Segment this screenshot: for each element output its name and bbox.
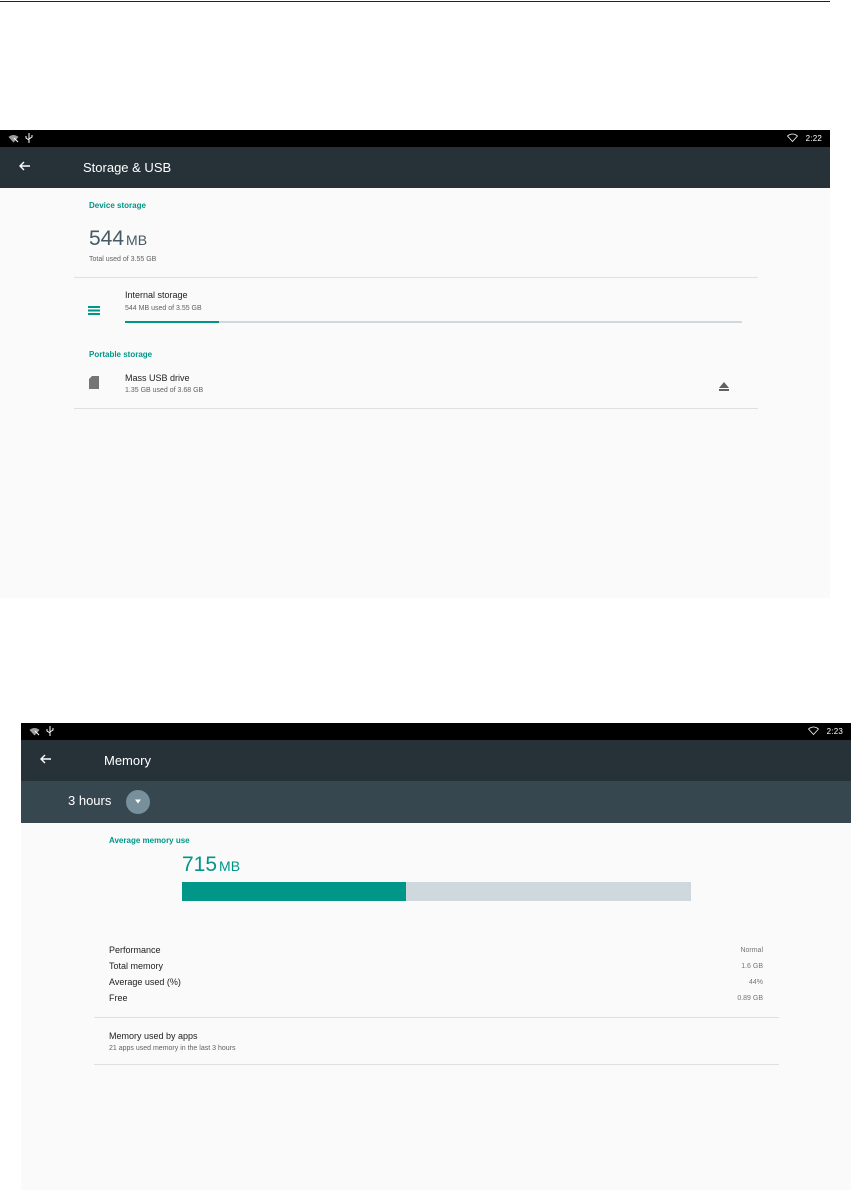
divider bbox=[94, 1064, 779, 1065]
usb-icon bbox=[25, 133, 33, 145]
wifi-icon bbox=[807, 726, 819, 737]
internal-storage-detail: 544 MB used of 3.55 GB bbox=[125, 305, 202, 312]
eject-icon[interactable] bbox=[719, 378, 729, 396]
apps-memory-detail: 21 apps used memory in the last 3 hours bbox=[109, 1045, 236, 1052]
used-value: 544 bbox=[89, 227, 125, 250]
stat-value: 44% bbox=[748, 979, 763, 986]
stat-label: Total memory bbox=[109, 961, 164, 971]
divider bbox=[74, 408, 758, 409]
stat-value: 1.6 GB bbox=[741, 963, 763, 970]
period-dropdown-button[interactable] bbox=[126, 790, 150, 814]
device-storage-header: Device storage bbox=[89, 201, 146, 210]
memory-stats: Performance Normal Total memory 1.6 GB A… bbox=[109, 945, 763, 1009]
storage-screen: 2:22 Storage & USB Device storage 544 MB … bbox=[0, 130, 830, 598]
status-time: 2:22 bbox=[805, 134, 822, 143]
internal-storage-label: Internal storage bbox=[125, 290, 188, 300]
apps-memory-label: Memory used by apps bbox=[109, 1031, 198, 1041]
wifi-off-icon bbox=[8, 134, 19, 145]
usb-drive-detail: 1.35 GB used of 3.68 GB bbox=[125, 387, 204, 394]
app-bar: Memory bbox=[21, 740, 851, 781]
used-summary: Total used of 3.55 GB bbox=[89, 256, 157, 263]
internal-storage-progress-fill bbox=[125, 321, 220, 323]
period-label: 3 hours bbox=[68, 793, 112, 808]
used-unit: MB bbox=[126, 232, 148, 248]
stat-label: Average used (%) bbox=[109, 977, 181, 987]
stat-row: Free 0.89 GB bbox=[109, 993, 763, 1007]
wifi-icon bbox=[786, 133, 798, 144]
period-bar: 3 hours bbox=[21, 781, 851, 823]
internal-storage-item[interactable]: Internal storage 544 MB used of 3.55 GB bbox=[74, 280, 758, 330]
page-title: Storage & USB bbox=[83, 160, 172, 175]
stat-row: Average used (%) 44% bbox=[109, 977, 763, 991]
storage-list-icon bbox=[88, 302, 100, 320]
sd-card-icon bbox=[89, 376, 99, 394]
stat-label: Free bbox=[109, 993, 128, 1003]
apps-memory-item[interactable]: Memory used by apps 21 apps used memory … bbox=[94, 1019, 779, 1063]
app-bar: Storage & USB bbox=[0, 147, 830, 188]
internal-storage-progress bbox=[125, 321, 742, 323]
page-title: Memory bbox=[104, 753, 151, 768]
memory-screen: 2:23 Memory 3 hours Average memory use 7… bbox=[21, 723, 851, 1190]
dropdown-arrow-icon bbox=[135, 799, 141, 804]
status-time: 2:23 bbox=[826, 727, 843, 736]
average-unit: MB bbox=[219, 858, 241, 874]
stat-label: Performance bbox=[109, 945, 161, 955]
back-arrow-icon[interactable] bbox=[16, 157, 34, 175]
stat-row: Performance Normal bbox=[109, 945, 763, 959]
status-bar: 2:23 bbox=[21, 723, 851, 740]
average-memory-header: Average memory use bbox=[109, 836, 190, 845]
divider bbox=[74, 277, 758, 278]
page-top-rule bbox=[0, 1, 830, 2]
usb-drive-item[interactable]: Mass USB drive 1.35 GB used of 3.68 GB bbox=[74, 365, 758, 405]
stat-value: Normal bbox=[740, 947, 763, 954]
usb-icon bbox=[46, 726, 54, 738]
average-memory-bar bbox=[182, 882, 691, 901]
stat-row: Total memory 1.6 GB bbox=[109, 961, 763, 975]
average-memory-total: 715 MB bbox=[182, 853, 240, 877]
average-memory-bar-fill bbox=[182, 882, 406, 901]
back-arrow-icon[interactable] bbox=[37, 750, 55, 768]
used-total: 544 MB bbox=[89, 227, 147, 251]
divider bbox=[94, 1017, 779, 1018]
portable-storage-header: Portable storage bbox=[89, 350, 153, 359]
stat-value: 0.89 GB bbox=[737, 995, 763, 1002]
status-bar: 2:22 bbox=[0, 130, 830, 147]
average-value: 715 bbox=[182, 853, 218, 876]
usb-drive-label: Mass USB drive bbox=[125, 373, 190, 383]
wifi-off-icon bbox=[29, 727, 40, 738]
